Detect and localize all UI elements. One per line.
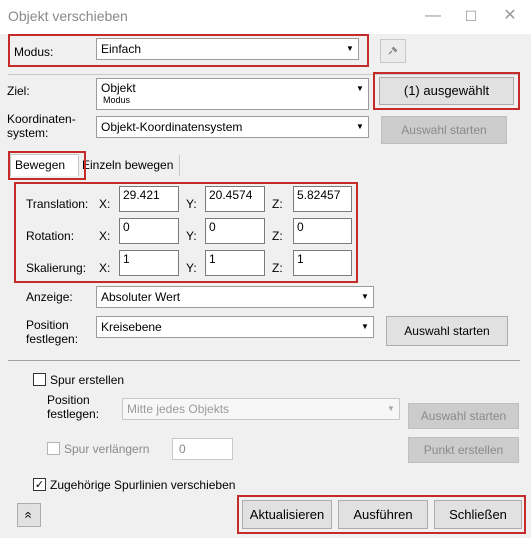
rotation-z-value: 0 xyxy=(297,220,304,234)
modus-select[interactable]: Einfach ▼ xyxy=(96,38,359,60)
chevron-down-icon: ▼ xyxy=(356,122,364,131)
rotation-x-axis: X: xyxy=(99,229,111,243)
position-select[interactable]: Kreisebene ▼ xyxy=(96,316,374,338)
translation-x-input[interactable]: 29.421 xyxy=(119,186,179,212)
spur-position-select[interactable]: Mitte jedes Objekts ▼ xyxy=(122,398,400,420)
spur-position-label-line1: Position xyxy=(47,393,90,407)
rotation-z-axis: Z: xyxy=(272,229,283,243)
translation-y-value: 20.4574 xyxy=(209,188,253,202)
tab-highlight xyxy=(8,151,86,180)
chevron-down-icon: ▼ xyxy=(387,404,395,413)
rotation-x-input[interactable]: 0 xyxy=(119,218,179,244)
skalierung-z-axis: Z: xyxy=(272,261,283,275)
spur-erstellen-label: Spur erstellen xyxy=(50,373,125,387)
koordinatensystem-label-line1: Koordinaten- xyxy=(7,112,76,126)
maximize-button[interactable]: ☐ xyxy=(458,4,484,28)
rotation-label: Rotation: xyxy=(26,229,75,243)
skalierung-y-input[interactable]: 1 xyxy=(205,250,265,276)
translation-z-axis: Z: xyxy=(272,197,283,211)
skalierung-y-value: 1 xyxy=(209,252,216,266)
auswahl-starten-button-2[interactable]: Auswahl starten xyxy=(386,316,508,346)
schliessen-button[interactable]: Schließen xyxy=(434,500,522,529)
koordinatensystem-select[interactable]: Objekt-Koordinatensystem ▼ xyxy=(96,116,369,138)
ziel-select[interactable]: Objekt Modus ▼ xyxy=(96,78,369,110)
koordinatensystem-value: Objekt-Koordinatensystem xyxy=(101,120,243,134)
ziel-value: Objekt xyxy=(101,81,136,95)
spurlinien-label: Zugehörige Spurlinien verschieben xyxy=(50,478,236,492)
punkt-erstellen-button[interactable]: Punkt erstellen xyxy=(408,437,519,463)
selected-button[interactable]: (1) ausgewählt xyxy=(379,77,514,105)
chevron-down-icon: ▼ xyxy=(361,292,369,301)
modus-label: Modus: xyxy=(14,45,54,59)
chevron-down-icon: ▼ xyxy=(361,322,369,331)
rotation-x-value: 0 xyxy=(123,220,130,234)
translation-z-value: 5.82457 xyxy=(297,188,341,202)
spurlinien-checkbox[interactable]: ✓ xyxy=(33,478,46,491)
position-value: Kreisebene xyxy=(101,320,162,334)
translation-y-input[interactable]: 20.4574 xyxy=(205,186,265,212)
spur-verlaengern-input[interactable]: 0 xyxy=(172,438,233,460)
skalierung-z-value: 1 xyxy=(297,252,304,266)
anzeige-label: Anzeige: xyxy=(26,290,73,304)
skalierung-x-value: 1 xyxy=(123,252,130,266)
spur-position-label-line2: festlegen: xyxy=(47,407,100,421)
chevron-down-icon: ▼ xyxy=(346,44,354,53)
position-label-line1: Position xyxy=(26,318,69,332)
tab-einzeln-bewegen[interactable]: Einzeln bewegen xyxy=(80,155,180,176)
rotation-y-input[interactable]: 0 xyxy=(205,218,265,244)
spur-verlaengern-value: 0 xyxy=(179,442,186,456)
double-chevron-up-icon: « xyxy=(21,511,37,519)
tab-einzeln-bewegen-label: Einzeln bewegen xyxy=(82,158,174,172)
separator-middle xyxy=(8,360,520,361)
spur-position-value: Mitte jedes Objekts xyxy=(127,402,230,416)
spur-auswahl-starten-button[interactable]: Auswahl starten xyxy=(408,403,519,429)
skalierung-x-axis: X: xyxy=(99,261,111,275)
position-label-line2: festlegen: xyxy=(26,332,79,346)
translation-x-axis: X: xyxy=(99,197,111,211)
skalierung-z-input[interactable]: 1 xyxy=(293,250,352,276)
rotation-z-input[interactable]: 0 xyxy=(293,218,352,244)
modus-value: Einfach xyxy=(101,42,142,56)
pin-button[interactable] xyxy=(380,39,406,63)
ausfuehren-button[interactable]: Ausführen xyxy=(338,500,428,529)
close-button[interactable]: ✕ xyxy=(497,4,523,28)
minimize-button[interactable]: — xyxy=(420,4,446,28)
title-bar: Objekt verschieben — ☐ ✕ xyxy=(0,0,531,34)
skalierung-x-input[interactable]: 1 xyxy=(119,250,179,276)
translation-x-value: 29.421 xyxy=(123,188,160,202)
auswahl-starten-button-1[interactable]: Auswahl starten xyxy=(381,116,507,144)
rotation-y-value: 0 xyxy=(209,220,216,234)
anzeige-select[interactable]: Absoluter Wert ▼ xyxy=(96,286,374,308)
spur-verlaengern-label: Spur verlängern xyxy=(64,442,150,456)
ziel-sublabel: Modus xyxy=(103,95,131,105)
rotation-y-axis: Y: xyxy=(186,229,197,243)
translation-z-input[interactable]: 5.82457 xyxy=(293,186,352,212)
anzeige-value: Absoluter Wert xyxy=(101,290,181,304)
koordinatensystem-label-line2: system: xyxy=(7,126,49,140)
skalierung-y-axis: Y: xyxy=(186,261,197,275)
spur-verlaengern-checkbox[interactable] xyxy=(47,442,60,455)
chevron-down-icon: ▼ xyxy=(356,84,364,93)
window-title: Objekt verschieben xyxy=(8,8,128,24)
ziel-label: Ziel: xyxy=(7,84,30,98)
skalierung-label: Skalierung: xyxy=(26,261,87,275)
translation-y-axis: Y: xyxy=(186,197,197,211)
spur-erstellen-checkbox[interactable] xyxy=(33,373,46,386)
aktualisieren-button[interactable]: Aktualisieren xyxy=(242,500,332,529)
translation-label: Translation: xyxy=(26,197,89,211)
collapse-button[interactable]: « xyxy=(17,503,41,527)
pin-icon xyxy=(388,46,398,55)
